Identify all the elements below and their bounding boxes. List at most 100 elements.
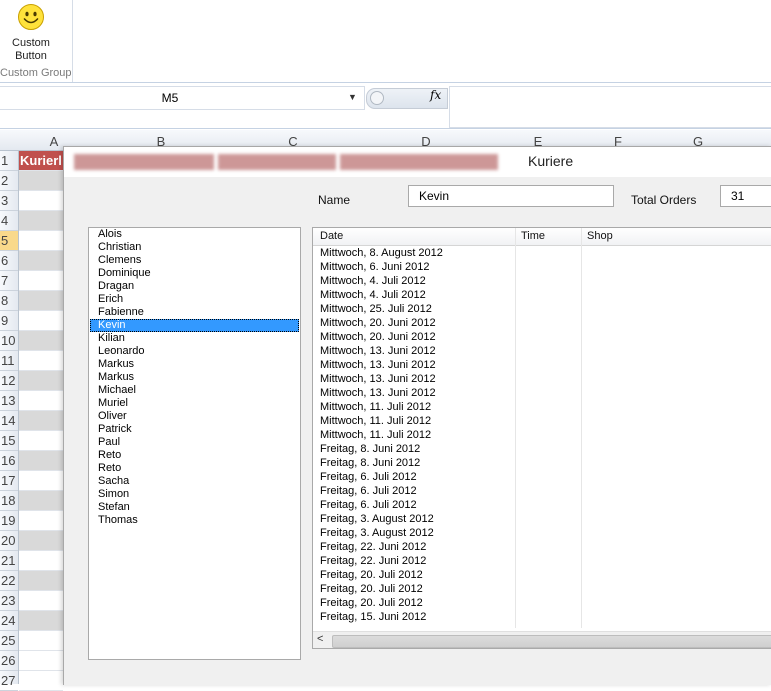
cell-a[interactable]: [19, 331, 63, 351]
row-header[interactable]: 3: [0, 191, 18, 211]
cell-a[interactable]: Kurierl: [19, 151, 63, 171]
order-row[interactable]: Mittwoch, 11. Juli 2012: [313, 400, 771, 414]
order-row[interactable]: Mittwoch, 13. Juni 2012: [313, 358, 771, 372]
row-header[interactable]: 27: [0, 671, 18, 691]
row-header[interactable]: 4: [0, 211, 18, 231]
row-header[interactable]: 14: [0, 411, 18, 431]
cell-a[interactable]: [19, 611, 63, 631]
courier-list-item[interactable]: Fabienne: [89, 306, 300, 319]
cell-a[interactable]: [19, 311, 63, 331]
row-header[interactable]: 25: [0, 631, 18, 651]
courier-list-item[interactable]: Patrick: [89, 423, 300, 436]
order-row[interactable]: Freitag, 20. Juli 2012: [313, 582, 771, 596]
order-row[interactable]: Mittwoch, 25. Juli 2012: [313, 302, 771, 316]
cell-a[interactable]: [19, 431, 63, 451]
courier-list-item[interactable]: Oliver: [89, 410, 300, 423]
courier-list-item[interactable]: Kilian: [89, 332, 300, 345]
row-header[interactable]: 19: [0, 511, 18, 531]
courier-list-item[interactable]: Leonardo: [89, 345, 300, 358]
courier-list-item[interactable]: Markus: [89, 358, 300, 371]
courier-list-item[interactable]: Erich: [89, 293, 300, 306]
row-header[interactable]: 26: [0, 651, 18, 671]
cell-a[interactable]: [19, 651, 63, 671]
row-header[interactable]: 8: [0, 291, 18, 311]
order-row[interactable]: Freitag, 20. Juli 2012: [313, 568, 771, 582]
total-orders-field[interactable]: 31: [720, 185, 771, 207]
order-row[interactable]: Mittwoch, 11. Juli 2012: [313, 428, 771, 442]
courier-listbox[interactable]: Alois Christian Clemens Dominique Dragan Eric…: [88, 227, 301, 660]
order-row[interactable]: Mittwoch, 20. Juni 2012: [313, 316, 771, 330]
courier-list-item[interactable]: Markus: [89, 371, 300, 384]
courier-list-item[interactable]: Reto: [89, 449, 300, 462]
row-header[interactable]: 23: [0, 591, 18, 611]
dropdown-arrow-icon[interactable]: ▼: [348, 92, 357, 102]
cell-a[interactable]: [19, 271, 63, 291]
cell-a[interactable]: [19, 491, 63, 511]
order-row[interactable]: Mittwoch, 4. Juli 2012: [313, 288, 771, 302]
courier-list-item[interactable]: Michael: [89, 384, 300, 397]
cell-a[interactable]: [19, 571, 63, 591]
row-header[interactable]: 11: [0, 351, 18, 371]
courier-list-item[interactable]: Clemens: [89, 254, 300, 267]
row-header[interactable]: 20: [0, 531, 18, 551]
row-header[interactable]: 15: [0, 431, 18, 451]
cell-a[interactable]: [19, 531, 63, 551]
cell-a[interactable]: [19, 591, 63, 611]
cell-a[interactable]: [19, 411, 63, 431]
orders-listview[interactable]: Date Time Shop Mittwoch, 8. August 2012 M…: [312, 227, 771, 649]
horizontal-scrollbar[interactable]: <: [313, 631, 771, 648]
order-row[interactable]: Freitag, 22. Juni 2012: [313, 540, 771, 554]
order-row[interactable]: Freitag, 6. Juli 2012: [313, 484, 771, 498]
cell-a[interactable]: [19, 451, 63, 471]
order-row[interactable]: Freitag, 3. August 2012: [313, 526, 771, 540]
order-row[interactable]: Freitag, 15. Juni 2012: [313, 610, 771, 624]
courier-list-item[interactable]: Reto: [89, 462, 300, 475]
cell-a[interactable]: [19, 191, 63, 211]
order-row[interactable]: Mittwoch, 11. Juli 2012: [313, 414, 771, 428]
order-row[interactable]: Mittwoch, 6. Juni 2012: [313, 260, 771, 274]
scrollbar-thumb[interactable]: [332, 635, 771, 648]
order-row[interactable]: Mittwoch, 4. Juli 2012: [313, 274, 771, 288]
row-header[interactable]: 9: [0, 311, 18, 331]
cell-a[interactable]: [19, 171, 63, 191]
order-row[interactable]: Mittwoch, 13. Juni 2012: [313, 372, 771, 386]
courier-list-item[interactable]: Sacha: [89, 475, 300, 488]
order-row[interactable]: Mittwoch, 13. Juni 2012: [313, 386, 771, 400]
order-row[interactable]: Freitag, 3. August 2012: [313, 512, 771, 526]
name-box[interactable]: M5 ▼: [0, 86, 365, 110]
row-header[interactable]: 22: [0, 571, 18, 591]
cell-a[interactable]: [19, 631, 63, 651]
row-header[interactable]: 13: [0, 391, 18, 411]
cell-a[interactable]: [19, 511, 63, 531]
cell-a[interactable]: [19, 251, 63, 271]
cell-a[interactable]: [19, 391, 63, 411]
row-header[interactable]: 7: [0, 271, 18, 291]
cell-a[interactable]: [19, 471, 63, 491]
name-field[interactable]: Kevin: [408, 185, 614, 207]
order-row[interactable]: Freitag, 6. Juli 2012: [313, 498, 771, 512]
row-header[interactable]: 6: [0, 251, 18, 271]
order-row[interactable]: Mittwoch, 20. Juni 2012: [313, 330, 771, 344]
resize-handle-icon[interactable]: [370, 91, 384, 105]
scroll-left-icon[interactable]: <: [317, 633, 323, 645]
order-row[interactable]: Freitag, 6. Juli 2012: [313, 470, 771, 484]
column-header-date[interactable]: Date: [320, 230, 343, 242]
custom-button[interactable]: Custom Button: [0, 0, 62, 64]
row-header[interactable]: 16: [0, 451, 18, 471]
order-row[interactable]: Freitag, 8. Juni 2012: [313, 456, 771, 470]
order-row[interactable]: Freitag, 22. Juni 2012: [313, 554, 771, 568]
courier-list-item[interactable]: Dragan: [89, 280, 300, 293]
courier-list-item[interactable]: Dominique: [89, 267, 300, 280]
insert-function-icon[interactable]: fx: [430, 88, 441, 102]
row-header[interactable]: 18: [0, 491, 18, 511]
row-header[interactable]: 12: [0, 371, 18, 391]
cell-a[interactable]: [19, 351, 63, 371]
order-row[interactable]: Freitag, 8. Juni 2012: [313, 442, 771, 456]
courier-list-item[interactable]: Christian: [89, 241, 300, 254]
cell-a[interactable]: [19, 551, 63, 571]
cell-a[interactable]: [19, 671, 63, 691]
row-header[interactable]: 10: [0, 331, 18, 351]
row-header[interactable]: 5: [0, 231, 18, 251]
courier-list-item[interactable]: Muriel: [89, 397, 300, 410]
row-header[interactable]: 24: [0, 611, 18, 631]
